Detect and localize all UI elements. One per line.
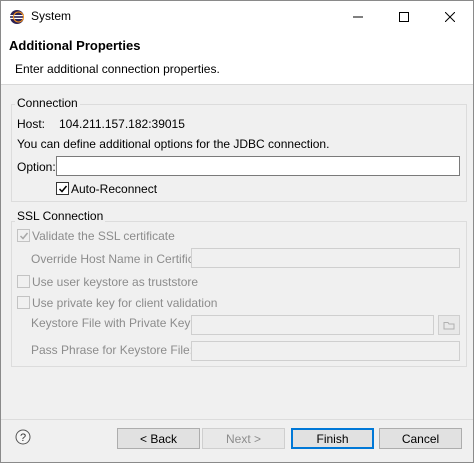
keystore-file-label: Keystore File with Private Key:: [31, 316, 194, 330]
wizard-header: Additional Properties Enter additional c…: [1, 32, 473, 85]
page-description: Enter additional connection properties.: [15, 62, 220, 76]
maximize-icon: [399, 11, 409, 22]
next-button[interactable]: Next >: [202, 428, 285, 449]
auto-reconnect-label[interactable]: Auto-Reconnect: [71, 182, 157, 196]
minimize-button[interactable]: [335, 1, 381, 32]
ssl-group-label: SSL Connection: [15, 209, 106, 223]
validate-ssl-label: Validate the SSL certificate: [32, 229, 175, 243]
auto-reconnect-checkbox[interactable]: [56, 182, 69, 195]
folder-browse-icon: [443, 322, 455, 330]
private-key-label: Use private key for client validation: [32, 296, 218, 310]
eclipse-app-icon: [10, 10, 24, 24]
browse-keystore-button[interactable]: [438, 315, 460, 335]
override-host-input[interactable]: [191, 248, 460, 268]
dialog-window: System Additional Properties Enter addit…: [0, 0, 474, 463]
keystore-file-input[interactable]: [191, 315, 434, 335]
connection-group-label: Connection: [15, 96, 80, 110]
host-label: Host:: [17, 117, 46, 131]
pass-phrase-label: Pass Phrase for Keystore File:: [31, 343, 194, 357]
page-title: Additional Properties: [9, 38, 141, 53]
svg-text:?: ?: [20, 432, 26, 444]
pass-phrase-input[interactable]: [191, 341, 460, 361]
footer-separator: [1, 419, 473, 420]
help-icon[interactable]: ?: [15, 429, 31, 445]
title-bar[interactable]: System: [1, 1, 473, 32]
option-label: Option:: [17, 160, 56, 174]
user-keystore-checkbox[interactable]: [17, 275, 30, 288]
cancel-button[interactable]: Cancel: [379, 428, 462, 449]
close-button[interactable]: [427, 1, 473, 32]
validate-ssl-checkbox[interactable]: [17, 229, 30, 242]
override-host-label: Override Host Name in Certificate:: [31, 252, 214, 266]
maximize-button[interactable]: [381, 1, 427, 32]
back-button[interactable]: < Back: [117, 428, 200, 449]
option-input[interactable]: [56, 156, 460, 176]
checkmark-icon: [58, 185, 67, 193]
host-value: 104.211.157.182:39015: [59, 117, 185, 131]
private-key-checkbox[interactable]: [17, 296, 30, 309]
finish-button[interactable]: Finish: [291, 428, 374, 449]
close-icon: [445, 11, 455, 22]
window-title: System: [31, 9, 72, 23]
minimize-icon: [353, 16, 363, 17]
checkmark-icon: [19, 232, 28, 240]
user-keystore-label: Use user keystore as truststore: [32, 275, 199, 289]
jdbc-info-text: You can define additional options for th…: [17, 137, 330, 151]
